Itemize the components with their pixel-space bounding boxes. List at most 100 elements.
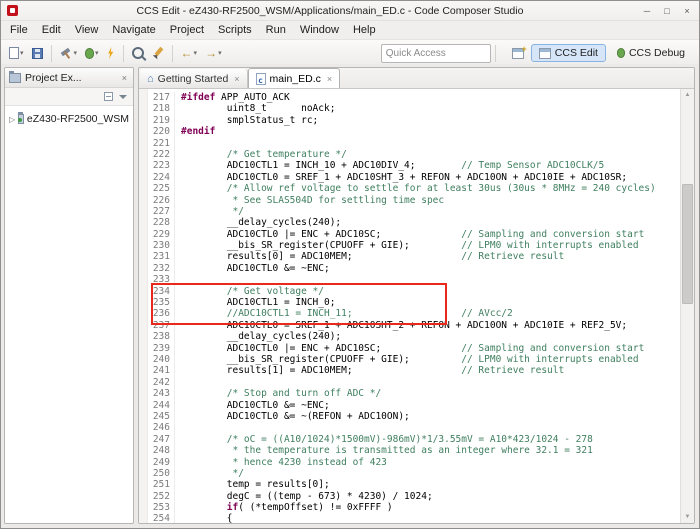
code-line[interactable]: 226 * See SLAS504D for settling time spe… [148, 194, 680, 206]
line-number[interactable]: 229 [148, 228, 175, 241]
close-tab-icon[interactable]: × [327, 74, 332, 84]
minimize-button[interactable]: ─ [637, 2, 657, 19]
code-line[interactable]: 225 /* Allow ref voltage to settle for a… [148, 183, 680, 195]
code-line[interactable]: 240 __bis_SR_register(CPUOFF + GIE); // … [148, 353, 680, 366]
collapse-all-icon[interactable] [104, 92, 113, 101]
line-number[interactable]: 233 [148, 274, 175, 286]
forward-button[interactable]: ▾ [202, 43, 225, 63]
code-line[interactable]: 217 #ifdef APP_AUTO_ACK [148, 92, 680, 104]
menu-file[interactable]: File [3, 23, 35, 37]
line-number[interactable]: 254 [148, 513, 175, 523]
maximize-button[interactable]: □ [657, 2, 677, 19]
close-tab-icon[interactable]: × [234, 74, 239, 84]
menu-run[interactable]: Run [259, 23, 293, 37]
line-number[interactable]: 226 [148, 194, 175, 206]
scrollbar-thumb[interactable] [682, 184, 693, 304]
code-line[interactable]: 239 ADC10CTL0 |= ENC + ADC10SC; // Sampl… [148, 342, 680, 354]
save-button[interactable] [29, 43, 46, 63]
search-button[interactable] [129, 43, 147, 63]
code-line[interactable]: 247 /* oC = ((A10/1024)*1500mV)-986mV)*1… [148, 433, 680, 446]
line-number[interactable]: 239 [148, 342, 175, 354]
line-number[interactable]: 220 [148, 126, 175, 138]
line-number[interactable]: 224 [148, 171, 175, 184]
menu-view[interactable]: View [68, 23, 106, 37]
annotation-ruler[interactable] [139, 89, 148, 523]
close-button[interactable]: × [677, 2, 697, 19]
scrollbar-up-icon[interactable]: ▲ [681, 89, 694, 101]
editor-content[interactable]: 217 #ifdef APP_AUTO_ACK 218 uint8_t noAck;… [139, 89, 680, 523]
line-number[interactable]: 236 [148, 308, 175, 320]
line-number[interactable]: 225 [148, 183, 175, 195]
code-line[interactable]: 253 if( (*tempOffset) != 0xFFFF ) [148, 502, 680, 514]
line-number[interactable]: 218 [148, 103, 175, 115]
code-line[interactable]: 234 /* Get voltage */ [148, 285, 680, 298]
line-number[interactable]: 247 [148, 433, 175, 446]
code-line[interactable]: 221 [148, 137, 680, 149]
line-number[interactable]: 235 [148, 297, 175, 309]
back-button[interactable]: ▾ [178, 43, 201, 63]
menu-project[interactable]: Project [163, 23, 211, 37]
build-button[interactable]: ▾ [57, 43, 81, 63]
open-perspective-button[interactable] [508, 43, 528, 63]
code-line[interactable]: 220 #endif [148, 126, 680, 138]
line-number[interactable]: 240 [148, 353, 175, 366]
line-number[interactable]: 249 [148, 456, 175, 468]
code-line[interactable]: 246 [148, 422, 680, 434]
line-number[interactable]: 234 [148, 285, 175, 298]
line-number[interactable]: 238 [148, 331, 175, 343]
perspective-ccs-debug[interactable]: CCS Debug [609, 44, 693, 62]
line-number[interactable]: 252 [148, 490, 175, 503]
code-lines[interactable]: 217 #ifdef APP_AUTO_ACK 218 uint8_t noAck;… [148, 89, 680, 523]
code-line[interactable]: 227 */ [148, 205, 680, 218]
code-line[interactable]: 224 ADC10CTL0 = SREF_1 + ADC10SHT_3 + RE… [148, 171, 680, 184]
code-line[interactable]: 242 [148, 376, 680, 389]
code-line[interactable]: 223 ADC10CTL1 = INCH_10 + ADC10DIV_4; //… [148, 160, 680, 172]
menu-window[interactable]: Window [293, 23, 346, 37]
code-line[interactable]: 233 [148, 274, 680, 286]
line-number[interactable]: 217 [148, 92, 175, 104]
code-line[interactable]: 245 ADC10CTL0 &= ~(REFON + ADC10ON); [148, 410, 680, 423]
line-number[interactable]: 227 [148, 205, 175, 218]
line-number[interactable]: 250 [148, 467, 175, 480]
menu-edit[interactable]: Edit [35, 23, 68, 37]
line-number[interactable]: 245 [148, 410, 175, 423]
scrollbar-down-icon[interactable]: ▼ [681, 511, 694, 523]
code-line[interactable]: 237 ADC10CTL0 = SREF_1 + ADC10SHT_2 + RE… [148, 319, 680, 332]
view-menu-icon[interactable] [119, 94, 127, 103]
code-line[interactable]: 231 results[0] = ADC10MEM; // Retrieve r… [148, 251, 680, 263]
code-line[interactable]: 243 /* Stop and turn off ADC */ [148, 388, 680, 400]
close-view-icon[interactable]: × [120, 73, 129, 83]
line-number[interactable]: 222 [148, 148, 175, 161]
code-line[interactable]: 251 temp = results[0]; [148, 479, 680, 491]
menu-help[interactable]: Help [346, 23, 383, 37]
line-number[interactable]: 251 [148, 479, 175, 491]
line-number[interactable]: 232 [148, 262, 175, 275]
quick-access-input[interactable] [380, 43, 491, 63]
code-line[interactable]: 228 __delay_cycles(240); [148, 217, 680, 229]
new-file-button[interactable]: ▾ [6, 43, 27, 63]
vertical-scrollbar[interactable]: ▲ ▼ [680, 89, 694, 523]
code-line[interactable]: 238 __delay_cycles(240); [148, 331, 680, 343]
line-number[interactable]: 246 [148, 422, 175, 434]
code-line[interactable]: 232 ADC10CTL0 &= ~ENC; [148, 262, 680, 275]
flash-button[interactable] [104, 43, 118, 63]
perspective-ccs-edit[interactable]: CCS Edit [530, 44, 606, 62]
rename-button[interactable] [149, 43, 167, 63]
line-number[interactable]: 219 [148, 114, 175, 127]
debug-button[interactable]: ▾ [82, 43, 102, 63]
code-line[interactable]: 235 ADC10CTL1 = INCH_0; [148, 297, 680, 309]
code-line[interactable]: 248 * the temperature is transmitted as … [148, 445, 680, 457]
code-line[interactable]: 229 ADC10CTL0 |= ENC + ADC10SC; // Sampl… [148, 228, 680, 241]
tab-main-ed-c[interactable]: main_ED.c × [247, 68, 341, 88]
code-line[interactable]: 218 uint8_t noAck; [148, 103, 680, 115]
code-line[interactable]: 241 results[1] = ADC10MEM; // Retrieve r… [148, 365, 680, 377]
line-number[interactable]: 230 [148, 240, 175, 252]
line-number[interactable]: 231 [148, 251, 175, 263]
menu-scripts[interactable]: Scripts [211, 23, 259, 37]
expander-icon[interactable]: ▷ [9, 115, 15, 124]
code-line[interactable]: 236 //ADC10CTL1 = INCH_11; // AVcc/2 [148, 308, 680, 320]
line-number[interactable]: 243 [148, 388, 175, 400]
tab-getting-started[interactable]: ⌂ Getting Started × [140, 69, 248, 88]
code-line[interactable]: 230 __bis_SR_register(CPUOFF + GIE); // … [148, 240, 680, 252]
line-number[interactable]: 228 [148, 217, 175, 229]
